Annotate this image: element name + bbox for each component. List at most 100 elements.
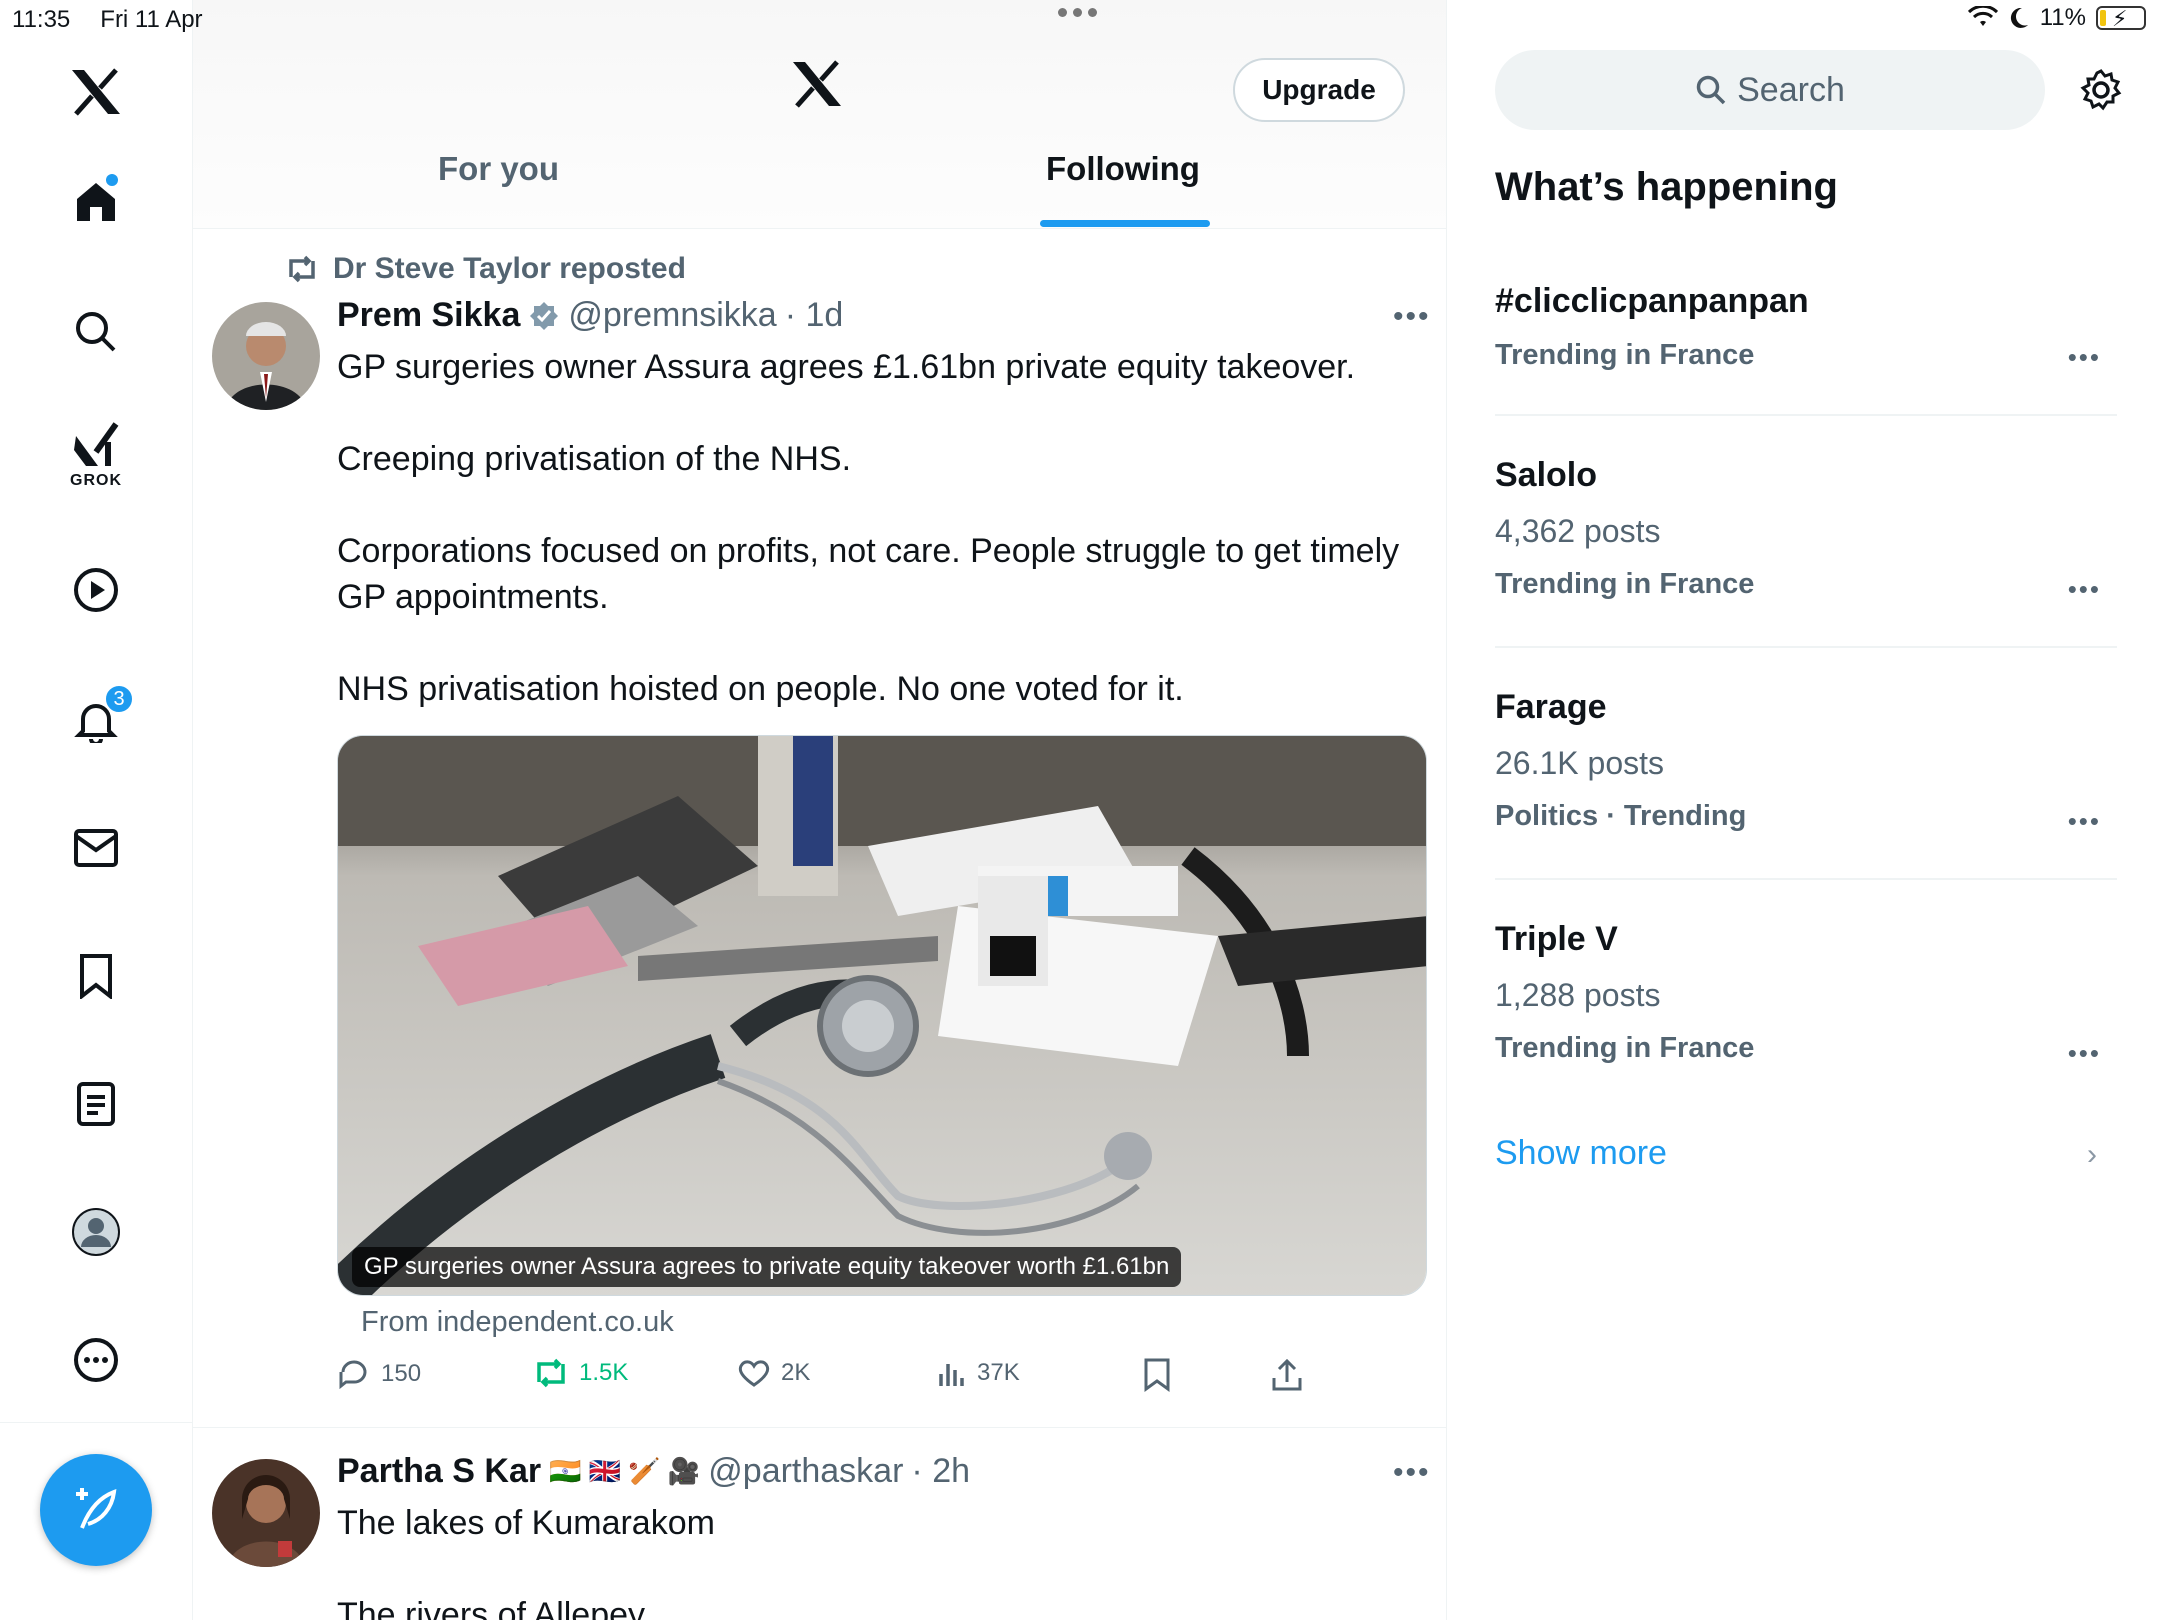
repost-context: Dr Steve Taylor reposted (285, 252, 686, 286)
post-paragraph: GP surgeries owner Assura agrees £1.61bn… (337, 348, 1356, 386)
share-upload-icon (1272, 1358, 1302, 1391)
verified-badge-icon (528, 300, 560, 332)
reply-button[interactable]: 150 (337, 1358, 421, 1390)
trend-more-options-icon[interactable]: ••• (2068, 342, 2101, 373)
post-paragraph: Corporations focused on profits, not car… (337, 532, 1400, 616)
heart-icon (738, 1360, 770, 1387)
trend-name: Triple V (1495, 920, 1618, 958)
post-paragraph: Creeping privatisation of the NHS. (337, 440, 852, 478)
nav-divider (0, 1422, 193, 1423)
tab-following[interactable]: Following (1046, 150, 1200, 188)
right-sidebar: Search What’s happening #clicclicpanpanp… (1447, 0, 2160, 1620)
trend-post-count: 4,362 posts (1495, 513, 1661, 549)
post-timestamp[interactable]: · 1d (785, 296, 844, 335)
views-chart-icon (939, 1364, 964, 1386)
status-date: Fri 11 Apr (100, 6, 203, 33)
chevron-right-icon[interactable]: › (2087, 1138, 2097, 1172)
notifications-bell-icon[interactable]: 3 (56, 680, 136, 760)
trend-post-count: 26.1K posts (1495, 745, 1664, 781)
post-header: Prem Sikka @premnsikka · 1d (337, 296, 843, 335)
grok-icon[interactable]: GROK (56, 416, 136, 496)
main-timeline: Upgrade For you Following Dr Steve Taylo… (193, 0, 1447, 1620)
post-timestamp[interactable]: · 2h (911, 1452, 970, 1491)
battery-percent: 11% (2039, 4, 2086, 31)
search-icon (1696, 75, 1726, 105)
trend-item[interactable]: Salolo 4,362 posts Trending in France ••… (1495, 456, 2117, 648)
post-actions: 150 1.5K 2K 37K (337, 1358, 1337, 1402)
trend-item[interactable]: Triple V 1,288 posts Trending in France … (1495, 920, 2117, 1090)
views-button[interactable]: 37K (937, 1358, 1020, 1388)
x-logo-icon[interactable] (56, 52, 136, 132)
compose-feather-icon (76, 1488, 117, 1529)
active-tab-indicator (1040, 220, 1210, 227)
more-options-icon[interactable] (56, 1320, 136, 1400)
trend-more-options-icon[interactable]: ••• (2068, 1038, 2101, 1069)
avatar[interactable] (212, 302, 320, 410)
trend-meta: Trending in France (1495, 1032, 1755, 1064)
post-divider (193, 1427, 1446, 1428)
post-more-options-icon[interactable]: ••• (1393, 300, 1431, 334)
trend-post-count: 1,288 posts (1495, 977, 1661, 1013)
upgrade-button[interactable]: Upgrade (1233, 58, 1405, 122)
author-emoji-flags: 🇮🇳 🇬🇧 🏏 🎥 (549, 1456, 701, 1486)
post-paragraph: The rivers of Allepey (337, 1596, 646, 1620)
post-more-options-icon[interactable]: ••• (1393, 1456, 1431, 1490)
post-author-handle[interactable]: @premnsikka (568, 296, 776, 335)
compose-post-button[interactable] (40, 1454, 152, 1566)
repost-count: 1.5K (579, 1359, 629, 1386)
repost-small-icon (289, 255, 315, 283)
search-placeholder: Search (1737, 70, 1845, 109)
grok-label: GROK (70, 472, 122, 489)
reply-count: 150 (381, 1360, 422, 1387)
status-time: 11:35 (12, 6, 71, 33)
trend-more-options-icon[interactable]: ••• (2068, 806, 2101, 837)
home-unread-dot (106, 174, 118, 186)
avatar[interactable] (212, 1459, 320, 1567)
bookmark-button[interactable] (1143, 1358, 1171, 1392)
x-header-logo-icon (791, 60, 843, 108)
search-input[interactable]: Search (1495, 50, 2045, 130)
bookmark-icon (1144, 1358, 1170, 1392)
trend-name: Farage (1495, 688, 1607, 726)
battery-icon: ⚡ (2096, 6, 2146, 31)
trend-more-options-icon[interactable]: ••• (2068, 574, 2101, 605)
notifications-badge: 3 (104, 684, 134, 714)
trend-item[interactable]: #clicclicpanpanpan Trending in France ••… (1495, 282, 2117, 416)
repost-context-label: Dr Steve Taylor reposted (333, 252, 686, 285)
views-count: 37K (977, 1359, 1020, 1386)
tab-for-you[interactable]: For you (438, 150, 559, 188)
post-paragraph: NHS privatisation hoisted on people. No … (337, 670, 1184, 708)
lists-icon[interactable] (56, 1064, 136, 1144)
trend-meta: Politics · Trending (1495, 800, 1747, 832)
post-author-name[interactable]: Partha S Kar (337, 1452, 541, 1491)
link-card-caption: GP surgeries owner Assura agrees to priv… (352, 1247, 1182, 1287)
post-author-name[interactable]: Prem Sikka (337, 296, 520, 335)
post-header: Partha S Kar 🇮🇳 🇬🇧 🏏 🎥 @parthaskar · 2h (337, 1452, 970, 1491)
post-body: The lakes of Kumarakom The rivers of All… (337, 1500, 1417, 1620)
video-play-icon[interactable] (56, 550, 136, 630)
reply-icon (339, 1360, 367, 1390)
status-bar: 11:35 Fri 11 Apr 11% ⚡ (0, 0, 2160, 40)
profile-avatar-icon[interactable] (56, 1192, 136, 1272)
bookmarks-icon[interactable] (56, 936, 136, 1016)
repost-icon (537, 1358, 565, 1388)
share-button[interactable] (1271, 1358, 1303, 1392)
show-more-link[interactable]: Show more (1495, 1134, 1667, 1173)
messages-envelope-icon[interactable] (56, 808, 136, 888)
link-source[interactable]: From independent.co.uk (361, 1306, 674, 1339)
whats-happening-title: What’s happening (1495, 165, 1838, 209)
wifi-icon (1967, 6, 1998, 30)
trend-item[interactable]: Farage 26.1K posts Politics · Trending •… (1495, 688, 2117, 880)
explore-search-icon[interactable] (56, 292, 136, 372)
trend-name: #clicclicpanpanpan (1495, 282, 1809, 320)
like-button[interactable]: 2K (737, 1358, 810, 1388)
settings-gear-icon[interactable] (2079, 68, 2123, 112)
link-card-image[interactable]: GP surgeries owner Assura agrees to priv… (337, 735, 1427, 1296)
moon-icon (2008, 6, 2030, 30)
multitasking-dots[interactable] (1058, 8, 1097, 17)
trend-meta: Trending in France (1495, 339, 1755, 371)
post-author-handle[interactable]: @parthaskar (708, 1452, 903, 1491)
repost-button[interactable]: 1.5K (533, 1358, 628, 1388)
home-icon[interactable] (56, 162, 136, 242)
stethoscope-photo (338, 736, 1426, 1295)
